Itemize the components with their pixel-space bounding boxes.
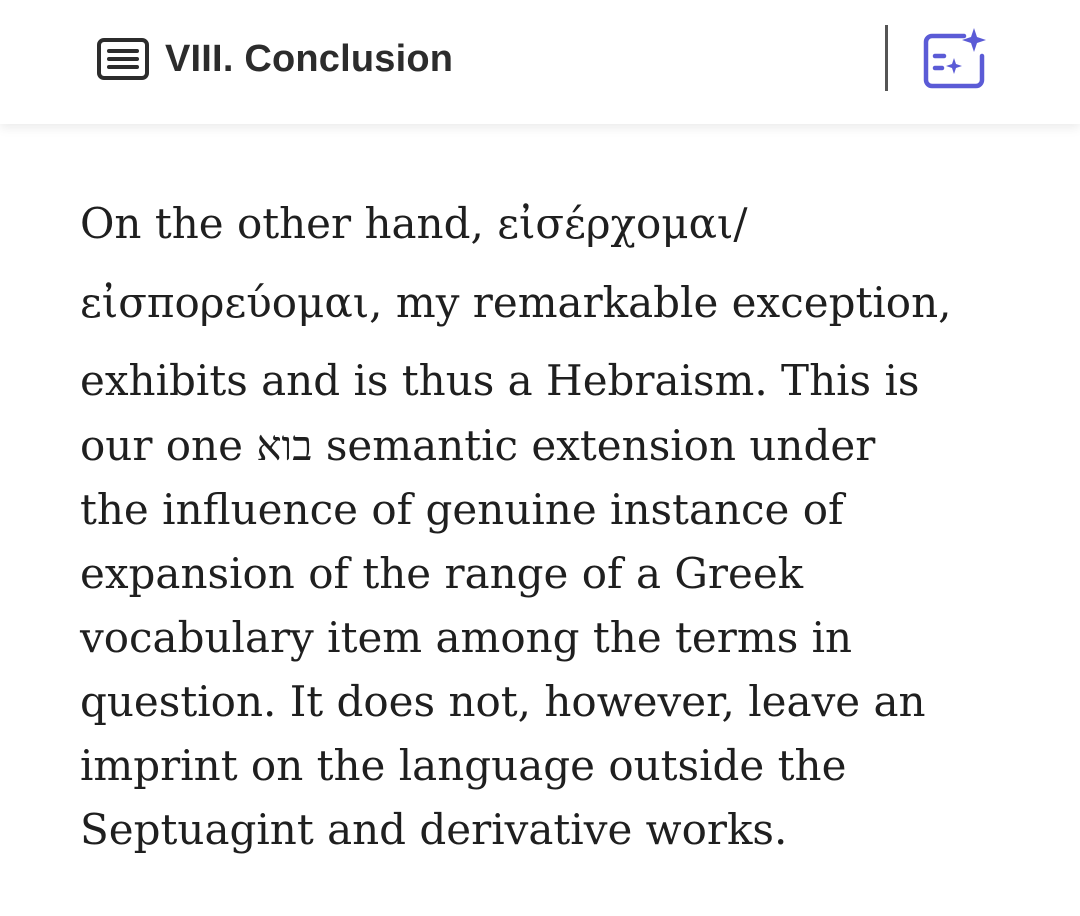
list-document-icon: [97, 37, 149, 81]
top-bar: VIII. Conclusion: [0, 0, 1080, 124]
text-line: exhibits and is thus a Hebraism. This is: [80, 356, 920, 405]
text-line: Septuagint and derivative works.: [80, 805, 788, 854]
text-line: On the other hand, εἰσέρχομαι/: [80, 199, 748, 248]
paragraph: On the other hand, εἰσέρχομαι/ εἰσπορεύο…: [80, 190, 1000, 862]
text-line: question. It does not, however, leave an: [80, 677, 926, 726]
header-divider: [885, 25, 888, 91]
table-of-contents-button[interactable]: VIII. Conclusion: [97, 35, 453, 83]
ai-assistant-button[interactable]: [920, 26, 988, 90]
text-line: the influence of genuine instance of: [80, 485, 844, 534]
text-line: our one בוא semantic extension under: [80, 421, 876, 470]
text-line: imprint on the language outside the: [80, 741, 847, 790]
text-line: εἰσπορεύομαι, my remarkable exception,: [80, 278, 952, 327]
reader-content: On the other hand, εἰσέρχομαι/ εἰσπορεύο…: [80, 190, 1000, 862]
ai-sparkle-document-icon: [923, 28, 986, 89]
section-title: VIII. Conclusion: [165, 37, 454, 80]
text-line: vocabulary item among the terms in: [80, 613, 853, 662]
text-line: expansion of the range of a Greek: [80, 549, 804, 598]
